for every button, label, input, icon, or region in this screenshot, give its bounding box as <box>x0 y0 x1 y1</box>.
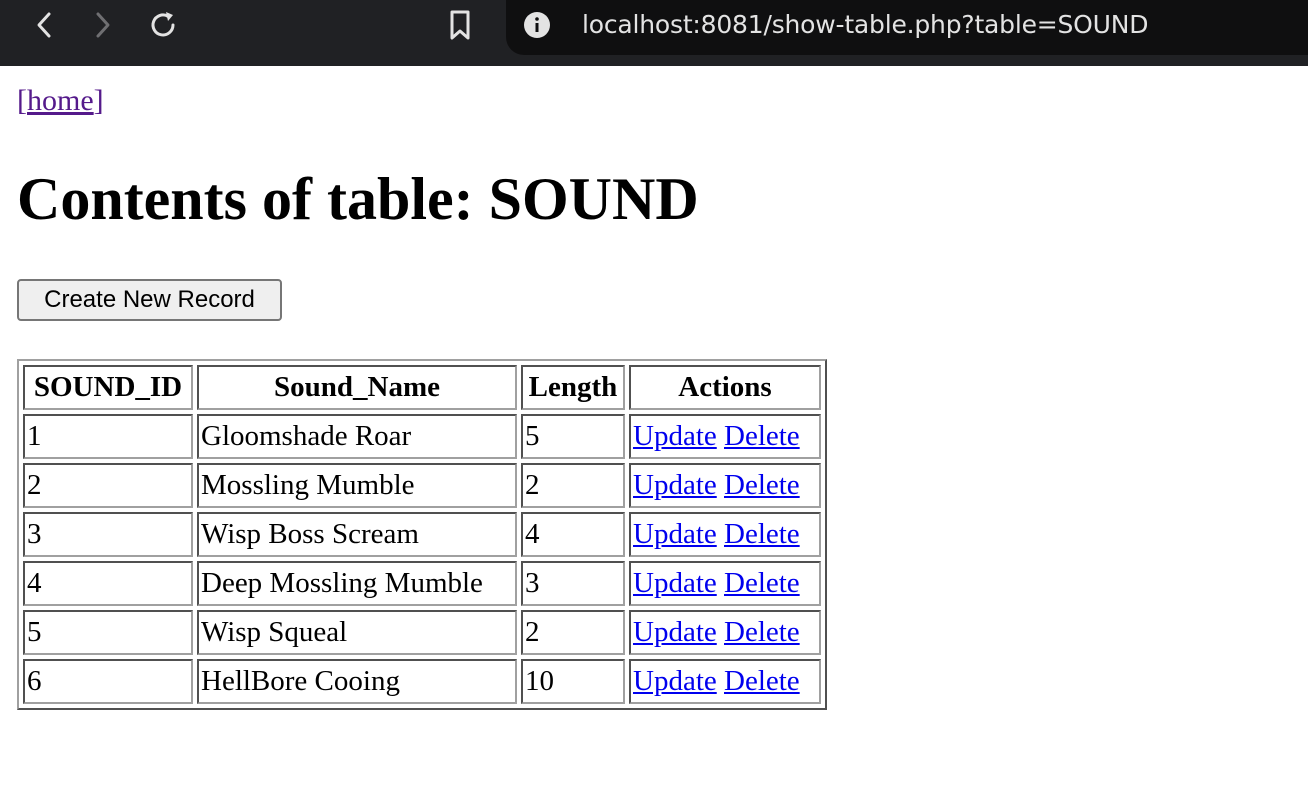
cell-sound-name: Gloomshade Roar <box>197 414 517 459</box>
delete-link[interactable]: Delete <box>724 420 800 452</box>
cell-length: 2 <box>521 610 625 655</box>
cell-sound-id: 5 <box>23 610 193 655</box>
cell-sound-id: 4 <box>23 561 193 606</box>
table-row: 5 Wisp Squeal 2 Update Delete <box>23 610 821 655</box>
update-link[interactable]: Update <box>633 469 717 501</box>
cell-sound-id: 2 <box>23 463 193 508</box>
cell-length: 2 <box>521 463 625 508</box>
table-row: 1 Gloomshade Roar 5 Update Delete <box>23 414 821 459</box>
home-bracket-open: [ <box>17 84 27 117</box>
cell-length: 4 <box>521 512 625 557</box>
delete-link[interactable]: Delete <box>724 469 800 501</box>
cell-actions: Update Delete <box>629 414 821 459</box>
cell-sound-id: 3 <box>23 512 193 557</box>
update-link[interactable]: Update <box>633 616 717 648</box>
url-text[interactable]: localhost:8081/show-table.php?table=SOUN… <box>582 7 1149 43</box>
cell-actions: Update Delete <box>629 610 821 655</box>
cell-length: 3 <box>521 561 625 606</box>
table-row: 3 Wisp Boss Scream 4 Update Delete <box>23 512 821 557</box>
reload-icon[interactable] <box>145 8 181 42</box>
column-header-actions: Actions <box>629 365 821 410</box>
delete-link[interactable]: Delete <box>724 567 800 599</box>
table-row: 2 Mossling Mumble 2 Update Delete <box>23 463 821 508</box>
update-link[interactable]: Update <box>633 567 717 599</box>
home-bracket-close: ] <box>93 84 104 117</box>
table-row: 4 Deep Mossling Mumble 3 Update Delete <box>23 561 821 606</box>
sound-table: SOUND_ID Sound_Name Length Actions 1 Glo… <box>17 359 827 710</box>
home-link[interactable]: home <box>27 84 94 117</box>
update-link[interactable]: Update <box>633 420 717 452</box>
info-icon[interactable] <box>519 8 555 42</box>
bookmark-icon[interactable] <box>442 8 478 42</box>
update-link[interactable]: Update <box>633 518 717 550</box>
table-header-row: SOUND_ID Sound_Name Length Actions <box>23 365 821 410</box>
create-new-record-button[interactable]: Create New Record <box>17 279 282 321</box>
update-link[interactable]: Update <box>633 665 717 697</box>
cell-actions: Update Delete <box>629 561 821 606</box>
column-header-sound-id: SOUND_ID <box>23 365 193 410</box>
delete-link[interactable]: Delete <box>724 665 800 697</box>
cell-sound-name: Mossling Mumble <box>197 463 517 508</box>
cell-length: 5 <box>521 414 625 459</box>
cell-sound-name: Wisp Boss Scream <box>197 512 517 557</box>
browser-toolbar: localhost:8081/show-table.php?table=SOUN… <box>0 0 1308 66</box>
cell-actions: Update Delete <box>629 512 821 557</box>
page-title: Contents of table: SOUND <box>17 166 699 232</box>
home-nav: [home] <box>17 83 104 119</box>
delete-link[interactable]: Delete <box>724 518 800 550</box>
cell-sound-id: 6 <box>23 659 193 704</box>
page-content: [home] Contents of table: SOUND Create N… <box>17 66 1308 804</box>
cell-sound-name: Deep Mossling Mumble <box>197 561 517 606</box>
table-row: 6 HellBore Cooing 10 Update Delete <box>23 659 821 704</box>
cell-sound-name: HellBore Cooing <box>197 659 517 704</box>
cell-actions: Update Delete <box>629 463 821 508</box>
column-header-length: Length <box>521 365 625 410</box>
cell-sound-name: Wisp Squeal <box>197 610 517 655</box>
back-icon[interactable] <box>26 8 62 42</box>
cell-length: 10 <box>521 659 625 704</box>
delete-link[interactable]: Delete <box>724 616 800 648</box>
cell-sound-id: 1 <box>23 414 193 459</box>
column-header-sound-name: Sound_Name <box>197 365 517 410</box>
forward-icon[interactable] <box>85 8 121 42</box>
cell-actions: Update Delete <box>629 659 821 704</box>
